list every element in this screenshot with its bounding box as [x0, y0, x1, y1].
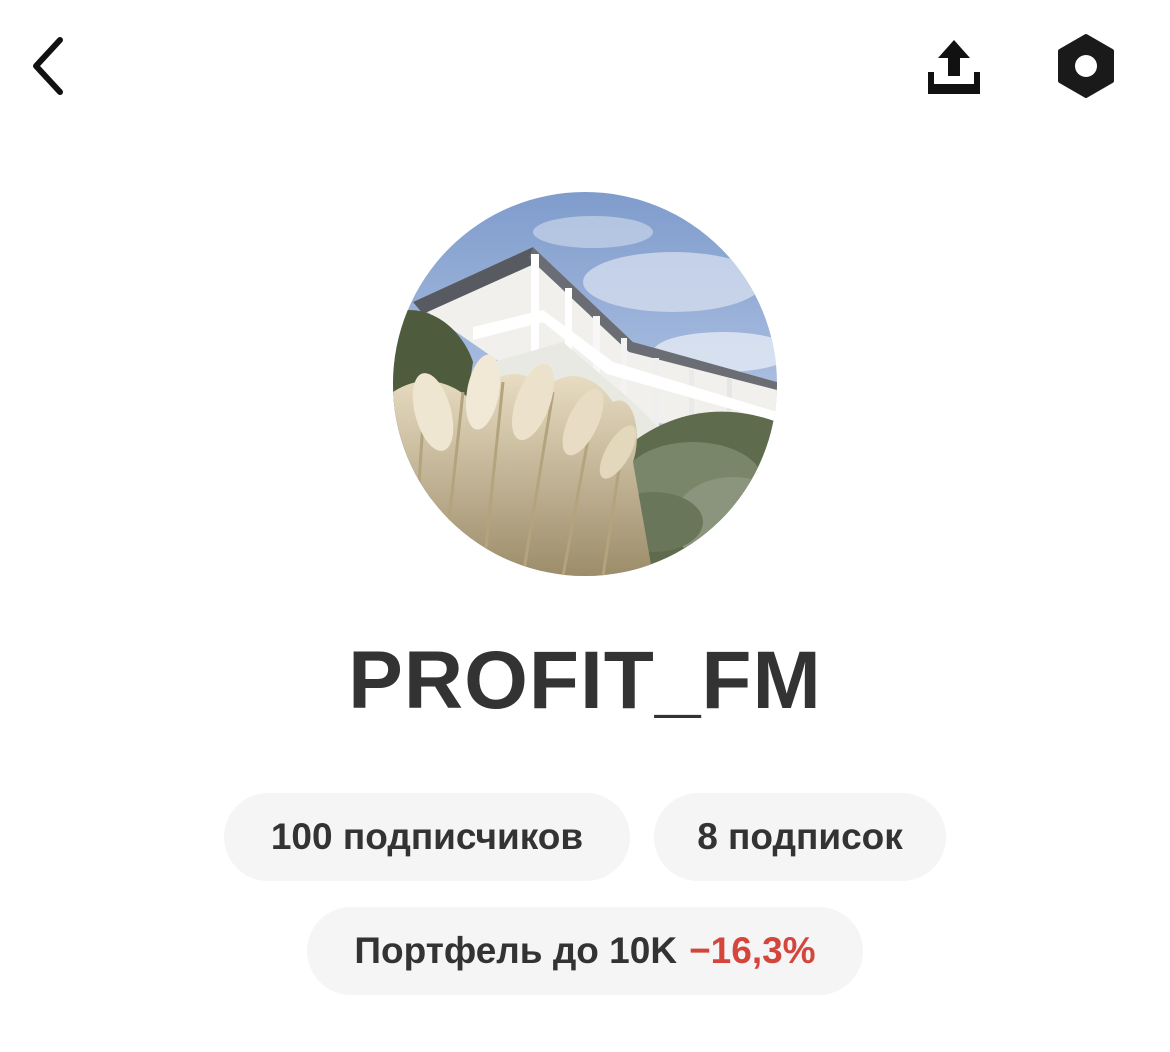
followers-count: 100 подписчиков — [270, 816, 584, 857]
followers-pill[interactable]: 100 подписчиков — [224, 793, 630, 881]
following-pill[interactable]: 8 подписок — [654, 793, 946, 881]
avatar[interactable] — [393, 192, 777, 576]
portfolio-change: −16,3% — [689, 930, 816, 971]
avatar-photo — [393, 192, 777, 576]
username: PROFIT_FM — [348, 635, 822, 726]
following-count: 8 подписок — [697, 816, 903, 857]
share-upload-icon — [928, 40, 980, 94]
portfolio-pill[interactable]: Портфель до 10K −16,3% — [307, 907, 863, 995]
share-button[interactable] — [918, 30, 990, 102]
settings-button[interactable] — [1050, 30, 1122, 102]
back-button[interactable] — [18, 30, 78, 102]
portfolio-name: Портфель до 10K — [354, 930, 678, 971]
chevron-left-icon — [33, 37, 63, 95]
hexagon-nut-settings-icon — [1058, 34, 1114, 98]
